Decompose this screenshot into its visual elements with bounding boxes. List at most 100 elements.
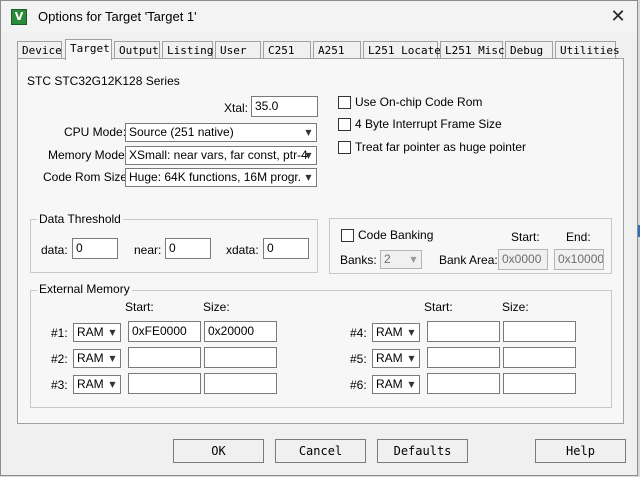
- chevron-down-icon: ▼: [408, 328, 415, 337]
- ext-mem-type-select[interactable]: RAM ▼: [73, 349, 121, 368]
- keil-app-icon: V: [11, 9, 27, 25]
- chevron-down-icon: ▼: [408, 380, 415, 389]
- ext-start-header-right: Start:: [424, 300, 453, 314]
- bank-end-input[interactable]: 0x10000: [554, 249, 604, 270]
- cpu-mode-select[interactable]: Source (251 native) ▼: [125, 123, 317, 142]
- close-button[interactable]: ✕: [601, 4, 635, 30]
- ext-mem-start-input[interactable]: [427, 347, 500, 368]
- device-name-label: STC STC32G12K128 Series: [27, 74, 180, 88]
- use-onchip-code-rom-label: Use On-chip Code Rom: [355, 95, 483, 109]
- ext-mem-size-input[interactable]: 0x20000: [204, 321, 277, 342]
- chevron-down-icon: ▼: [410, 255, 417, 264]
- ext-mem-type-select[interactable]: RAM ▼: [73, 375, 121, 394]
- ext-start-header-left: Start:: [125, 300, 154, 314]
- ext-mem-size-input[interactable]: [204, 347, 277, 368]
- bank-end-label: End:: [566, 230, 591, 244]
- defaults-button[interactable]: Defaults: [377, 439, 468, 463]
- bank-start-input[interactable]: 0x0000: [498, 249, 548, 270]
- ext-mem-type-value: RAM: [376, 351, 403, 365]
- chevron-down-icon: ▼: [109, 380, 116, 389]
- ext-mem-size-input[interactable]: [503, 373, 576, 394]
- ext-mem-row-label: #1:: [51, 326, 68, 340]
- options-dialog: V Options for Target 'Target 1' ✕ Device…: [0, 0, 638, 476]
- ext-mem-type-select[interactable]: RAM ▼: [372, 375, 420, 394]
- title-bar: V Options for Target 'Target 1' ✕: [1, 1, 637, 33]
- chevron-down-icon: ▼: [109, 328, 116, 337]
- code-banking-label: Code Banking: [358, 228, 434, 242]
- bank-start-label: Start:: [511, 230, 540, 244]
- interrupt-frame-size-label: 4 Byte Interrupt Frame Size: [355, 117, 502, 131]
- ext-mem-type-value: RAM: [77, 325, 104, 339]
- ext-mem-type-value: RAM: [376, 325, 403, 339]
- code-banking-checkbox[interactable]: [341, 229, 354, 242]
- memory-model-select[interactable]: XSmall: near vars, far const, ptr-4 ▼: [125, 146, 317, 165]
- code-rom-size-value: Huge: 64K functions, 16M progr.: [129, 170, 302, 184]
- ext-mem-row-label: #6:: [350, 378, 367, 392]
- ext-mem-type-value: RAM: [376, 377, 403, 391]
- cpu-mode-value: Source (251 native): [129, 125, 234, 139]
- chevron-down-icon: ▼: [305, 128, 312, 137]
- tab-listing[interactable]: Listing: [162, 41, 213, 58]
- ext-mem-type-value: RAM: [77, 377, 104, 391]
- ext-mem-start-input[interactable]: 0xFE0000: [128, 321, 201, 342]
- cpu-mode-label: CPU Mode:: [64, 125, 127, 139]
- chevron-down-icon: ▼: [408, 354, 415, 363]
- window-title: Options for Target 'Target 1': [38, 9, 197, 24]
- data-threshold-near-label: near:: [134, 243, 162, 257]
- code-rom-size-select[interactable]: Huge: 64K functions, 16M progr. ▼: [125, 168, 317, 187]
- ext-mem-row-label: #5:: [350, 352, 367, 366]
- data-threshold-title: Data Threshold: [37, 212, 123, 226]
- ext-mem-start-input[interactable]: [427, 373, 500, 394]
- target-tab-panel: STC STC32G12K128 Series Xtal: 35.0 CPU M…: [17, 58, 624, 424]
- chevron-down-icon: ▼: [305, 151, 312, 160]
- banks-label: Banks:: [340, 253, 377, 267]
- ext-mem-size-input[interactable]: [204, 373, 277, 394]
- xtal-label: Xtal:: [224, 101, 249, 115]
- ext-mem-type-select[interactable]: RAM ▼: [372, 349, 420, 368]
- ext-mem-row-label: #4:: [350, 326, 367, 340]
- data-threshold-xdata-label: xdata:: [226, 243, 259, 257]
- far-pointer-huge-checkbox[interactable]: [338, 141, 351, 154]
- interrupt-frame-size-checkbox[interactable]: [338, 118, 351, 131]
- banks-value: 2: [384, 252, 391, 266]
- data-threshold-xdata-input[interactable]: 0: [263, 238, 309, 259]
- ext-mem-size-input[interactable]: [503, 321, 576, 342]
- ext-mem-type-select[interactable]: RAM ▼: [372, 323, 420, 342]
- help-button[interactable]: Help: [535, 439, 626, 463]
- tab-utilities[interactable]: Utilities: [555, 41, 620, 58]
- tab-device[interactable]: Device: [17, 41, 62, 58]
- data-threshold-near-input[interactable]: 0: [165, 238, 211, 259]
- use-onchip-code-rom-checkbox[interactable]: [338, 96, 351, 109]
- chevron-down-icon: ▼: [305, 173, 312, 182]
- tab-l251-locate[interactable]: L251 Locate: [363, 41, 441, 58]
- ext-mem-size-input[interactable]: [503, 347, 576, 368]
- tab-l251-misc[interactable]: L251 Misc: [440, 41, 505, 58]
- banks-select[interactable]: 2 ▼: [380, 250, 422, 269]
- ext-mem-start-input[interactable]: [128, 347, 201, 368]
- data-threshold-data-label: data:: [41, 243, 68, 257]
- memory-model-label: Memory Model:: [48, 148, 131, 162]
- ok-button[interactable]: OK: [173, 439, 264, 463]
- external-memory-title: External Memory: [37, 282, 132, 296]
- ext-mem-type-select[interactable]: RAM ▼: [73, 323, 121, 342]
- data-threshold-data-input[interactable]: 0: [72, 238, 118, 259]
- chevron-down-icon: ▼: [109, 354, 116, 363]
- memory-model-value: XSmall: near vars, far const, ptr-4: [129, 148, 308, 162]
- tab-debug[interactable]: Debug: [505, 41, 553, 58]
- ext-mem-type-value: RAM: [77, 351, 104, 365]
- tab-target[interactable]: Target: [65, 39, 112, 60]
- cancel-button[interactable]: Cancel: [275, 439, 366, 463]
- code-rom-size-label: Code Rom Size:: [43, 170, 131, 184]
- ext-size-header-left: Size:: [203, 300, 230, 314]
- ext-mem-start-input[interactable]: [128, 373, 201, 394]
- ext-mem-row-label: #2:: [51, 352, 68, 366]
- ext-mem-row-label: #3:: [51, 378, 68, 392]
- ext-mem-start-input[interactable]: [427, 321, 500, 342]
- tab-user[interactable]: User: [215, 41, 261, 58]
- bank-area-label: Bank Area:: [439, 253, 498, 267]
- tab-output[interactable]: Output: [114, 41, 160, 58]
- tab-a251[interactable]: A251: [313, 41, 361, 58]
- tab-c251[interactable]: C251: [263, 41, 311, 58]
- ext-size-header-right: Size:: [502, 300, 529, 314]
- xtal-input[interactable]: 35.0: [251, 96, 318, 117]
